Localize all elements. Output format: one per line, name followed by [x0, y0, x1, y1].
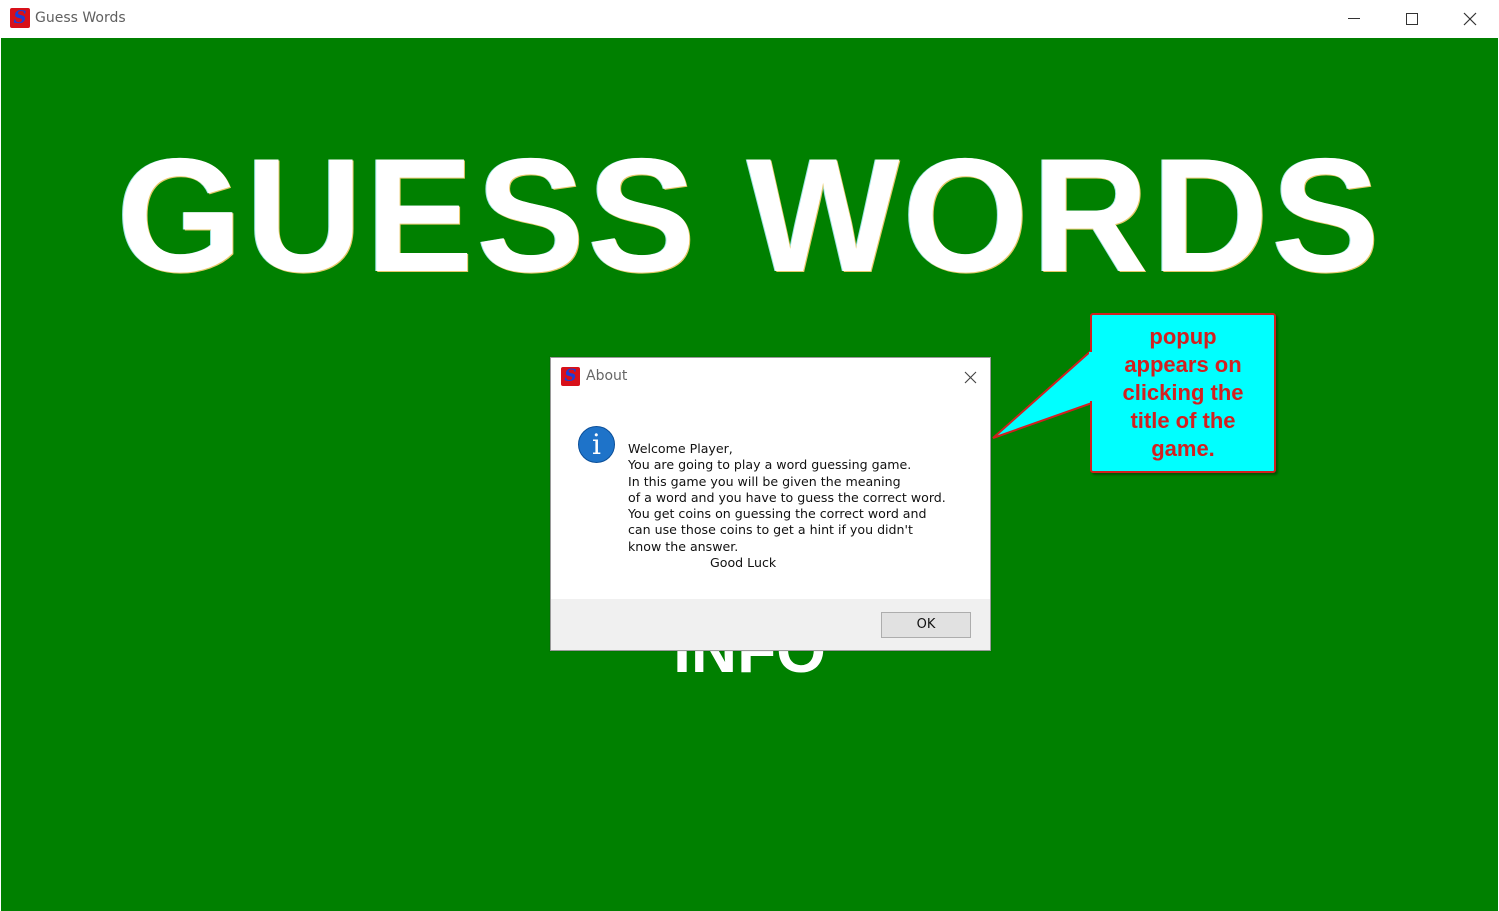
dialog-title: About: [586, 368, 628, 384]
message-line: You are going to play a word guessing ga…: [628, 457, 912, 473]
maximize-icon: [1406, 13, 1418, 25]
dialog-footer: OK: [551, 599, 990, 650]
minimize-icon: [1348, 18, 1360, 19]
message-line: can use those coins to get a hint if you…: [628, 522, 913, 538]
title-bar[interactable]: S Guess Words: [0, 0, 1499, 38]
dialog-message: Welcome Player, You are going to play a …: [628, 441, 973, 571]
annotation-line: appears on: [1124, 352, 1242, 377]
dialog-app-icon: S: [561, 367, 580, 386]
message-line: of a word and you have to guess the corr…: [628, 489, 946, 505]
annotation-callout: popup appears on clicking the title of t…: [1090, 313, 1276, 473]
close-button[interactable]: [1441, 0, 1499, 38]
main-window: S Guess Words GUESS WORDS INFO S About: [0, 0, 1499, 911]
annotation-line: game.: [1151, 436, 1215, 461]
message-line: know the answer.: [628, 538, 739, 554]
ok-button[interactable]: OK: [881, 612, 971, 638]
dialog-close-button[interactable]: [955, 364, 985, 390]
app-icon: S: [10, 8, 30, 28]
message-line: Good Luck: [710, 555, 777, 571]
game-title[interactable]: GUESS WORDS: [1, 135, 1498, 297]
maximize-button[interactable]: [1383, 0, 1441, 38]
message-line: You get coins on guessing the correct wo…: [628, 506, 927, 522]
close-icon: [1463, 12, 1477, 26]
about-dialog: S About i Welcome Player, You are going …: [550, 357, 991, 651]
close-icon: [964, 371, 977, 384]
annotation-line: title of the: [1130, 408, 1236, 433]
annotation-line: popup: [1149, 324, 1217, 349]
message-line: Welcome Player,: [628, 441, 733, 456]
message-line: In this game you will be given the meani…: [628, 473, 901, 489]
info-icon: i: [578, 426, 615, 463]
minimize-button[interactable]: [1325, 0, 1383, 38]
window-title: Guess Words: [35, 10, 126, 26]
annotation-line: clicking the: [1122, 380, 1244, 405]
annotation-text: popup appears on clicking the title of t…: [1092, 323, 1274, 463]
